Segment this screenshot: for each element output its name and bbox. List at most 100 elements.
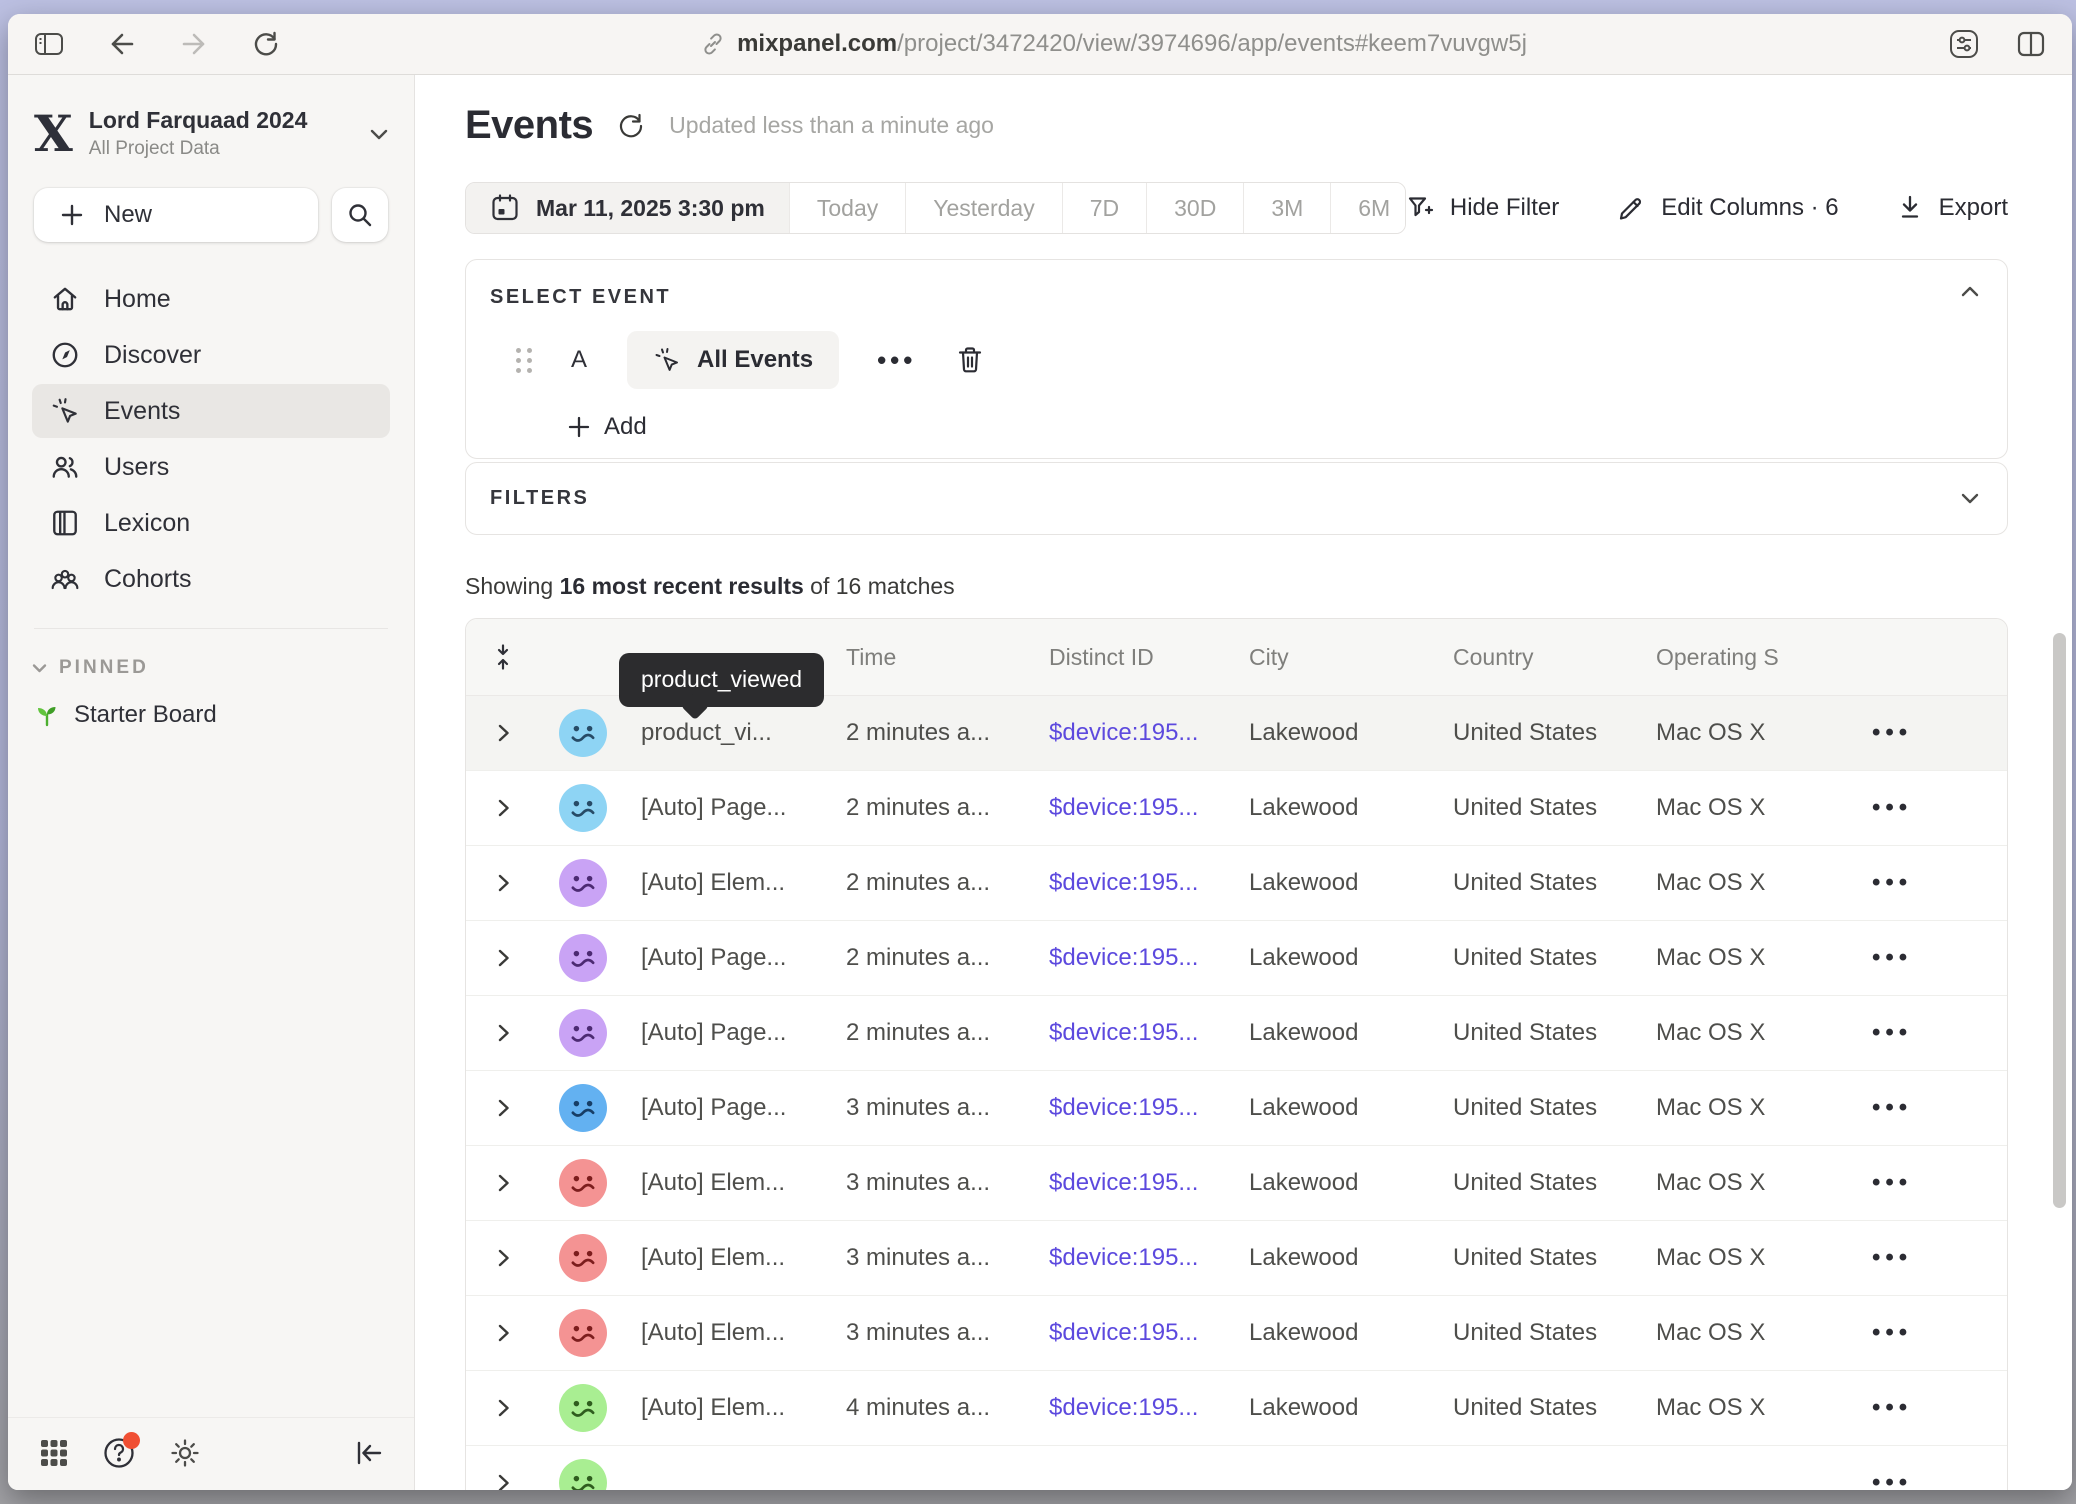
event-avatar: [559, 1309, 607, 1357]
cell-os: Mac OS X: [1641, 794, 1846, 822]
expand-row-chevron-icon[interactable]: [466, 1473, 540, 1490]
expand-row-chevron-icon[interactable]: [466, 723, 540, 743]
sidebar-item-users[interactable]: Users: [32, 440, 390, 494]
table-row[interactable]: [Auto] Elem... 3 minutes a... $device:19…: [466, 1296, 2007, 1371]
event-selector-button[interactable]: All Events: [627, 331, 839, 389]
split-view-icon[interactable]: [2016, 30, 2046, 58]
sidebar-item-home[interactable]: Home: [32, 272, 390, 326]
help-button[interactable]: [102, 1436, 136, 1470]
lexicon-book-icon: [50, 508, 80, 538]
row-actions-button[interactable]: •••: [1846, 1169, 2007, 1197]
header-time[interactable]: Time: [831, 644, 1034, 671]
cell-event-name: [Auto] Elem...: [626, 869, 831, 897]
cell-distinct-id-link[interactable]: $device:195...: [1034, 869, 1234, 897]
export-button[interactable]: Export: [1897, 194, 2008, 222]
reload-button[interactable]: [252, 30, 280, 58]
header-distinct-id[interactable]: Distinct ID: [1034, 644, 1234, 671]
cell-distinct-id-link[interactable]: $device:195...: [1034, 794, 1234, 822]
new-button[interactable]: New: [34, 188, 318, 242]
forward-button[interactable]: [180, 31, 208, 57]
settings-gear-icon[interactable]: [168, 1436, 202, 1470]
sidebar-collapse-icon[interactable]: [354, 1439, 384, 1467]
results-summary: Showing 16 most recent results of 16 mat…: [465, 573, 2008, 600]
sidebar-item-events[interactable]: Events: [32, 384, 390, 438]
row-actions-button[interactable]: •••: [1846, 869, 2007, 897]
table-row[interactable]: [Auto] Page... 2 minutes a... $device:19…: [466, 996, 2007, 1071]
vertical-scrollbar[interactable]: [2053, 633, 2066, 1208]
table-row[interactable]: [Auto] Page... 2 minutes a... $device:19…: [466, 921, 2007, 996]
sidebar-item-discover[interactable]: Discover: [32, 328, 390, 382]
range-6m[interactable]: 6M: [1331, 183, 1406, 233]
calendar-icon: [490, 193, 520, 223]
sidebar-item-lexicon[interactable]: Lexicon: [32, 496, 390, 550]
event-options-button[interactable]: •••: [877, 345, 916, 376]
pinned-section-header[interactable]: PINNED: [8, 629, 414, 685]
row-actions-button[interactable]: •••: [1846, 1469, 2007, 1490]
table-row[interactable]: •••: [466, 1446, 2007, 1490]
expand-row-chevron-icon[interactable]: [466, 798, 540, 818]
row-actions-button[interactable]: •••: [1846, 1094, 2007, 1122]
cell-event-name: [Auto] Elem...: [626, 1394, 831, 1422]
expand-row-chevron-icon[interactable]: [466, 873, 540, 893]
back-button[interactable]: [108, 31, 136, 57]
expand-row-chevron-icon[interactable]: [466, 1023, 540, 1043]
apps-grid-icon[interactable]: [38, 1437, 70, 1469]
page-settings-icon[interactable]: [1948, 29, 1980, 59]
cell-distinct-id-link[interactable]: $device:195...: [1034, 1394, 1234, 1422]
expand-row-chevron-icon[interactable]: [466, 1248, 540, 1268]
range-7d[interactable]: 7D: [1063, 183, 1147, 233]
address-bar[interactable]: mixpanel.com/project/3472420/view/397469…: [280, 30, 1948, 58]
add-event-button[interactable]: Add: [568, 413, 1981, 441]
expand-row-chevron-icon[interactable]: [466, 1098, 540, 1118]
table-row[interactable]: [Auto] Elem... 3 minutes a... $device:19…: [466, 1221, 2007, 1296]
cell-distinct-id-link[interactable]: $device:195...: [1034, 1094, 1234, 1122]
expand-row-chevron-icon[interactable]: [466, 1173, 540, 1193]
range-3m[interactable]: 3M: [1244, 183, 1331, 233]
row-actions-button[interactable]: •••: [1846, 944, 2007, 972]
hide-filter-button[interactable]: Hide Filter: [1406, 194, 1559, 222]
chevron-down-icon[interactable]: [1961, 493, 1979, 504]
project-switcher[interactable]: X Lord Farquaad 2024 All Project Data: [8, 75, 414, 176]
expand-row-chevron-icon[interactable]: [466, 1323, 540, 1343]
date-picker-button[interactable]: Mar 11, 2025 3:30 pm: [466, 183, 790, 233]
row-actions-button[interactable]: •••: [1846, 1244, 2007, 1272]
table-row[interactable]: [Auto] Elem... 3 minutes a... $device:19…: [466, 1146, 2007, 1221]
range-today[interactable]: Today: [790, 183, 906, 233]
header-os[interactable]: Operating S: [1641, 644, 1846, 671]
refresh-icon[interactable]: [617, 112, 645, 140]
row-actions-button[interactable]: •••: [1846, 719, 2007, 747]
expand-row-chevron-icon[interactable]: [466, 1398, 540, 1418]
filter-funnel-icon: [1406, 194, 1434, 222]
cell-os: Mac OS X: [1641, 1169, 1846, 1197]
edit-columns-button[interactable]: Edit Columns · 6: [1617, 194, 1838, 222]
cell-distinct-id-link[interactable]: $device:195...: [1034, 1019, 1234, 1047]
range-30d[interactable]: 30D: [1147, 183, 1244, 233]
row-actions-button[interactable]: •••: [1846, 1319, 2007, 1347]
drag-handle[interactable]: [516, 348, 533, 373]
cell-distinct-id-link[interactable]: $device:195...: [1034, 1169, 1234, 1197]
header-country[interactable]: Country: [1438, 644, 1641, 671]
sidebar-toggle-icon[interactable]: [34, 30, 64, 58]
table-row[interactable]: [Auto] Elem... 2 minutes a... $device:19…: [466, 846, 2007, 921]
chevron-up-icon[interactable]: [1961, 286, 1979, 297]
row-actions-button[interactable]: •••: [1846, 794, 2007, 822]
trash-icon[interactable]: [956, 345, 984, 375]
table-row[interactable]: [Auto] Elem... 4 minutes a... $device:19…: [466, 1371, 2007, 1446]
range-yesterday[interactable]: Yesterday: [906, 183, 1062, 233]
cell-distinct-id-link[interactable]: $device:195...: [1034, 944, 1234, 972]
expand-row-chevron-icon[interactable]: [466, 948, 540, 968]
table-row[interactable]: [Auto] Page... 3 minutes a... $device:19…: [466, 1071, 2007, 1146]
cell-distinct-id-link[interactable]: $device:195...: [1034, 1244, 1234, 1272]
cell-event-name: [Auto] Elem...: [626, 1244, 831, 1272]
filters-panel[interactable]: FILTERS: [465, 462, 2008, 535]
cell-distinct-id-link[interactable]: $device:195...: [1034, 719, 1234, 747]
collapse-rows-icon[interactable]: [466, 644, 540, 670]
table-row[interactable]: [Auto] Page... 2 minutes a... $device:19…: [466, 771, 2007, 846]
cell-distinct-id-link[interactable]: $device:195...: [1034, 1319, 1234, 1347]
sidebar-item-starter-board[interactable]: Starter Board: [8, 685, 414, 745]
row-actions-button[interactable]: •••: [1846, 1394, 2007, 1422]
search-button[interactable]: [332, 188, 388, 242]
row-actions-button[interactable]: •••: [1846, 1019, 2007, 1047]
header-city[interactable]: City: [1234, 644, 1438, 671]
sidebar-item-cohorts[interactable]: Cohorts: [32, 552, 390, 606]
